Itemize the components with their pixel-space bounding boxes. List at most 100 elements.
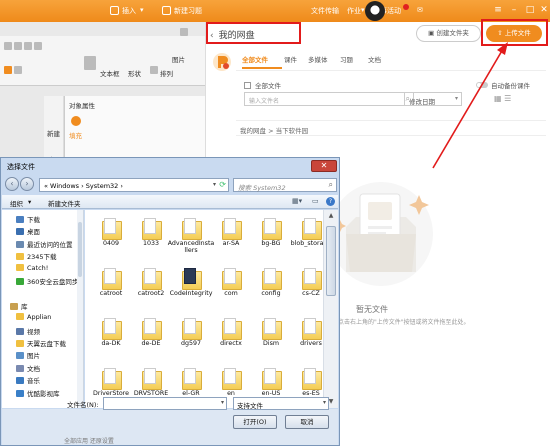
auto-backup-toggle[interactable]: 自动备份课件: [476, 80, 530, 90]
nav-item[interactable]: 2345下载: [16, 251, 57, 261]
highlight-icon[interactable]: [4, 66, 12, 74]
filename-input[interactable]: ▾: [103, 397, 227, 410]
folder-label: cs-CZ: [302, 290, 320, 297]
folder-icon: [262, 368, 282, 390]
grid-view-icon[interactable]: ▦: [494, 94, 502, 103]
file-search-input[interactable]: 输入文件名 ⌕: [244, 92, 414, 106]
nav-item[interactable]: 音乐: [16, 375, 40, 385]
folder-item[interactable]: cs-CZ: [287, 268, 323, 310]
nav-scrollbar-thumb[interactable]: [78, 222, 82, 277]
organize-dropdown-icon[interactable]: ▾: [28, 198, 31, 206]
fill-tab[interactable]: 填充: [69, 130, 82, 140]
open-button[interactable]: 打开(O): [233, 415, 277, 429]
insert-menu[interactable]: 插入: [122, 6, 136, 16]
nav-scrollbar[interactable]: [77, 210, 83, 408]
nav-item-icon: [16, 313, 24, 321]
nav-item[interactable]: 最近访问的位置: [16, 239, 73, 249]
user-avatar[interactable]: [365, 1, 385, 21]
help-icon[interactable]: ?: [326, 197, 335, 206]
chevron-down-icon: ▾: [322, 399, 326, 406]
nav-item[interactable]: Applian: [16, 313, 51, 323]
nav-item[interactable]: 360安全云盘同步: [16, 276, 78, 286]
nav-item-label: 音乐: [27, 377, 40, 386]
folder-icon: [222, 218, 242, 240]
minimize-icon[interactable]: –: [507, 3, 521, 17]
scroll-up-icon[interactable]: ▲: [324, 210, 338, 222]
folder-item[interactable]: drivers: [287, 318, 323, 360]
shape-label[interactable]: 形状: [128, 68, 141, 78]
filetype-value: 支持文件: [237, 402, 263, 410]
justify-icon[interactable]: [34, 42, 42, 50]
nav-item[interactable]: 图片: [16, 350, 40, 360]
arrange-label[interactable]: 排列: [160, 68, 173, 78]
tab-courseware[interactable]: 课件: [284, 54, 297, 64]
folder-item[interactable]: blob_storage: [287, 218, 323, 260]
folder-label: drivers: [300, 340, 322, 347]
folder-icon: [142, 268, 162, 290]
checkbox-icon[interactable]: [244, 82, 251, 89]
tab-exercises[interactable]: 习题: [340, 54, 353, 64]
new-label[interactable]: 新建: [47, 128, 60, 138]
view-options-icon[interactable]: ▦▾: [292, 197, 302, 205]
filename-dropdown-icon[interactable]: ▾: [221, 399, 224, 406]
textbox-icon[interactable]: [84, 56, 96, 70]
cancel-button[interactable]: 取消: [285, 415, 329, 429]
align-right-icon[interactable]: [24, 42, 32, 50]
menu-icon[interactable]: ≡: [491, 3, 505, 17]
address-dropdown-icon[interactable]: ▾: [213, 181, 216, 188]
shirt-icon[interactable]: [180, 28, 188, 36]
empty-title: 暂无文件: [356, 305, 388, 314]
refresh-icon[interactable]: ⟳: [219, 180, 226, 189]
close-icon[interactable]: ✕: [537, 3, 550, 17]
arrange-icon[interactable]: [150, 66, 158, 74]
insert-dropdown-icon[interactable]: ▾: [140, 6, 144, 14]
tab-all-files[interactable]: 全部文件: [242, 54, 268, 64]
dialog-search-input[interactable]: 搜索 System32 ⌕: [233, 178, 337, 192]
homework-link[interactable]: 作业: [347, 6, 361, 16]
paragraph-icon[interactable]: [14, 66, 22, 74]
files-scrollbar[interactable]: ▲ ▼: [323, 210, 338, 408]
create-folder-button[interactable]: ▣ 创建文件夹: [416, 25, 481, 42]
nav-item[interactable]: 桌面: [16, 226, 40, 236]
nav-item-label: 天翼云盘下载: [27, 340, 66, 348]
file-transfer-link[interactable]: 文件传输: [311, 6, 339, 16]
align-left-icon[interactable]: [4, 42, 12, 50]
address-bar[interactable]: « Windows › System32 › ▾ ⟳: [39, 178, 229, 192]
maximize-icon[interactable]: □: [523, 3, 537, 17]
filetype-select[interactable]: 支持文件 ▾: [233, 397, 329, 410]
nav-item-icon: [16, 327, 24, 335]
new-question-button[interactable]: 新建习题: [174, 6, 202, 16]
folder-icon: [222, 318, 242, 340]
list-view-icon[interactable]: ☰: [504, 94, 511, 103]
back-arrow-icon[interactable]: ‹: [5, 177, 19, 191]
tab-documents[interactable]: 文档: [368, 54, 381, 64]
tab-multimedia[interactable]: 多媒体: [308, 54, 328, 64]
nav-item[interactable]: 天翼云盘下载: [16, 338, 66, 348]
toggle-switch-icon[interactable]: [476, 82, 488, 88]
nav-item[interactable]: 视频: [16, 326, 40, 336]
highlight-box-upload: [481, 19, 548, 46]
files-scrollbar-thumb[interactable]: [326, 226, 336, 296]
homework-dropdown-icon[interactable]: ▾: [361, 6, 365, 14]
textbox-label[interactable]: 文本框: [100, 68, 120, 78]
breadcrumb: 我的网盘 > 当下软件园: [236, 120, 546, 136]
fill-icon[interactable]: [71, 116, 81, 126]
address-path: « Windows › System32 ›: [44, 182, 123, 190]
dialog-close-button[interactable]: ✕: [311, 160, 337, 172]
nav-item[interactable]: 库: [10, 301, 28, 311]
sort-select[interactable]: 修改日期 ▾: [404, 92, 462, 106]
forward-arrow-icon[interactable]: ›: [20, 177, 34, 191]
image-label[interactable]: 图片: [172, 54, 185, 64]
gift-icon[interactable]: ✉: [417, 6, 423, 14]
organize-menu[interactable]: 组织: [10, 198, 23, 208]
nav-item[interactable]: 下载: [16, 214, 40, 224]
nav-item[interactable]: 文档: [16, 363, 40, 373]
search-icon[interactable]: ⌕: [329, 180, 333, 190]
dialog-navigation-pane: 下载桌面最近访问的位置 2345下载 Catch! 360安全云盘同步库 Applian…: [2, 210, 84, 408]
select-all-checkbox[interactable]: 全部文件: [244, 80, 281, 90]
new-folder-button[interactable]: 新建文件夹: [48, 198, 81, 208]
preview-pane-icon[interactable]: ▭: [312, 197, 319, 205]
nav-item[interactable]: Catch!: [16, 263, 48, 274]
align-center-icon[interactable]: [14, 42, 22, 50]
nav-item[interactable]: 优酷影视库: [16, 388, 60, 398]
